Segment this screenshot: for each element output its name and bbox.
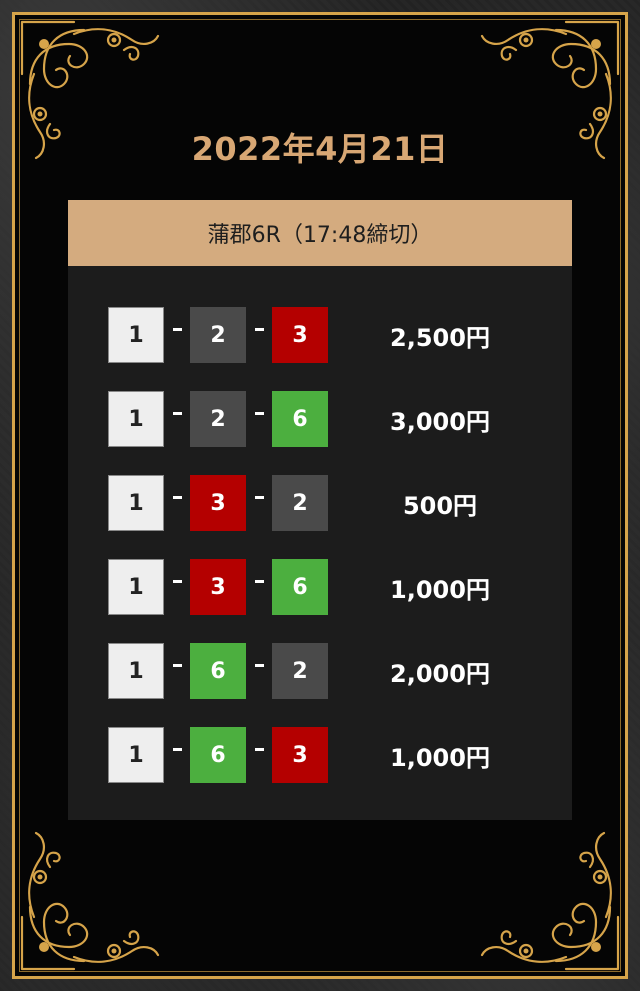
dash-separator — [246, 643, 272, 699]
dash-separator — [164, 391, 190, 447]
bet-amount: 1,000円 — [390, 743, 490, 772]
bet-row: 1 3 6 1,000円 — [108, 558, 568, 616]
dash-separator — [246, 391, 272, 447]
bet-amount: 500円 — [402, 491, 478, 520]
boat-number-box: 2 — [190, 391, 246, 447]
dash-separator — [246, 727, 272, 783]
bet-row: 1 2 3 2,500円 — [108, 306, 568, 364]
bet-amount: 2,000円 — [390, 659, 490, 688]
corner-ornament-icon — [20, 831, 160, 971]
bet-row: 1 6 2 2,000円 — [108, 642, 568, 700]
race-header: 蒲郡6R（17:48締切） — [68, 200, 572, 266]
bet-row: 1 6 3 1,000円 — [108, 726, 568, 784]
bet-row: 1 3 2 500円 — [108, 474, 568, 532]
bet-row: 1 2 6 3,000円 — [108, 390, 568, 448]
boat-number-box: 2 — [272, 643, 328, 699]
boat-number-box: 2 — [190, 307, 246, 363]
dash-separator — [164, 643, 190, 699]
boat-number-box: 6 — [272, 391, 328, 447]
race-label: 蒲郡6R（17:48締切） — [207, 223, 433, 248]
boat-number-box: 1 — [108, 643, 164, 699]
page-date: 2022年4月21日 — [191, 130, 449, 168]
dash-separator — [164, 559, 190, 615]
boat-number-box: 2 — [272, 475, 328, 531]
boat-number-box: 1 — [108, 391, 164, 447]
dash-separator — [164, 307, 190, 363]
dash-separator — [164, 727, 190, 783]
dash-separator — [246, 559, 272, 615]
bet-amount: 2,500円 — [390, 323, 490, 352]
boat-number-box: 6 — [272, 559, 328, 615]
boat-number-box: 3 — [190, 559, 246, 615]
bet-amount: 1,000円 — [390, 575, 490, 604]
boat-number-box: 1 — [108, 559, 164, 615]
dash-separator — [246, 307, 272, 363]
boat-number-box: 3 — [272, 727, 328, 783]
bet-amount: 3,000円 — [390, 407, 490, 436]
boat-number-box: 1 — [108, 307, 164, 363]
dash-separator — [164, 475, 190, 531]
dash-separator — [246, 475, 272, 531]
boat-number-box: 3 — [190, 475, 246, 531]
boat-number-box: 1 — [108, 727, 164, 783]
boat-number-box: 6 — [190, 727, 246, 783]
bets-panel: 1 2 3 2,500円 1 2 6 3,000円 1 3 2 500円 1 3… — [68, 266, 572, 820]
boat-number-box: 6 — [190, 643, 246, 699]
corner-ornament-icon — [480, 831, 620, 971]
boat-number-box: 1 — [108, 475, 164, 531]
boat-number-box: 3 — [272, 307, 328, 363]
